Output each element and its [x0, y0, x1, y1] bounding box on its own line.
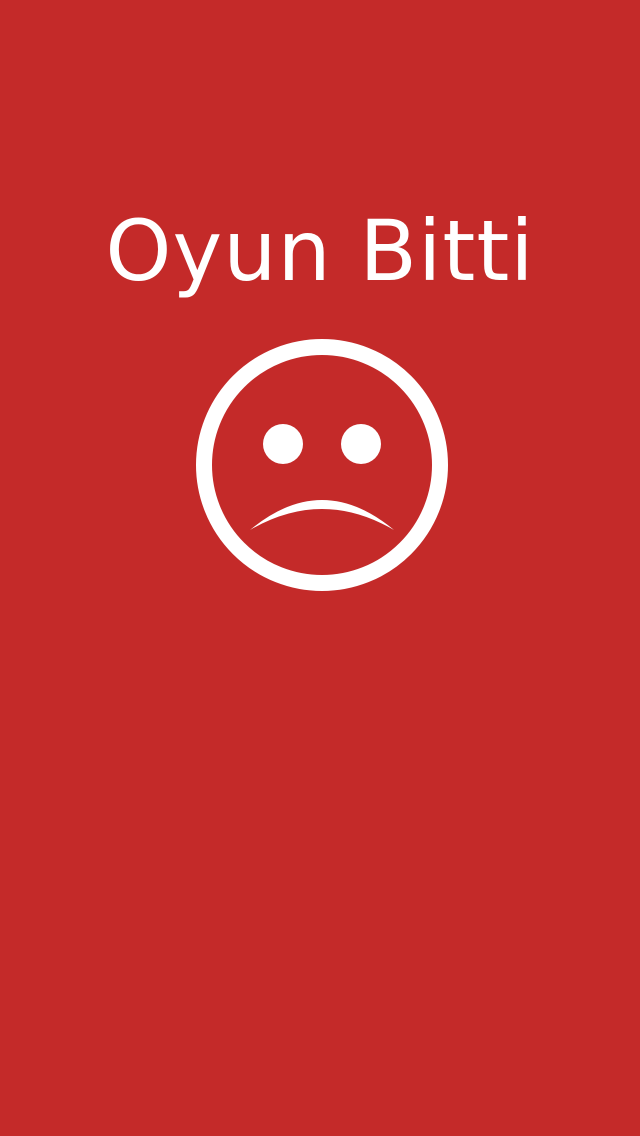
frown-mouth: [250, 500, 394, 530]
game-over-screen: Oyun Bitti: [0, 0, 640, 1136]
face-outline: [196, 339, 448, 591]
right-eye: [341, 424, 381, 464]
sad-face-icon: [195, 338, 449, 592]
game-over-title: Oyun Bitti: [105, 202, 535, 300]
left-eye: [263, 424, 303, 464]
